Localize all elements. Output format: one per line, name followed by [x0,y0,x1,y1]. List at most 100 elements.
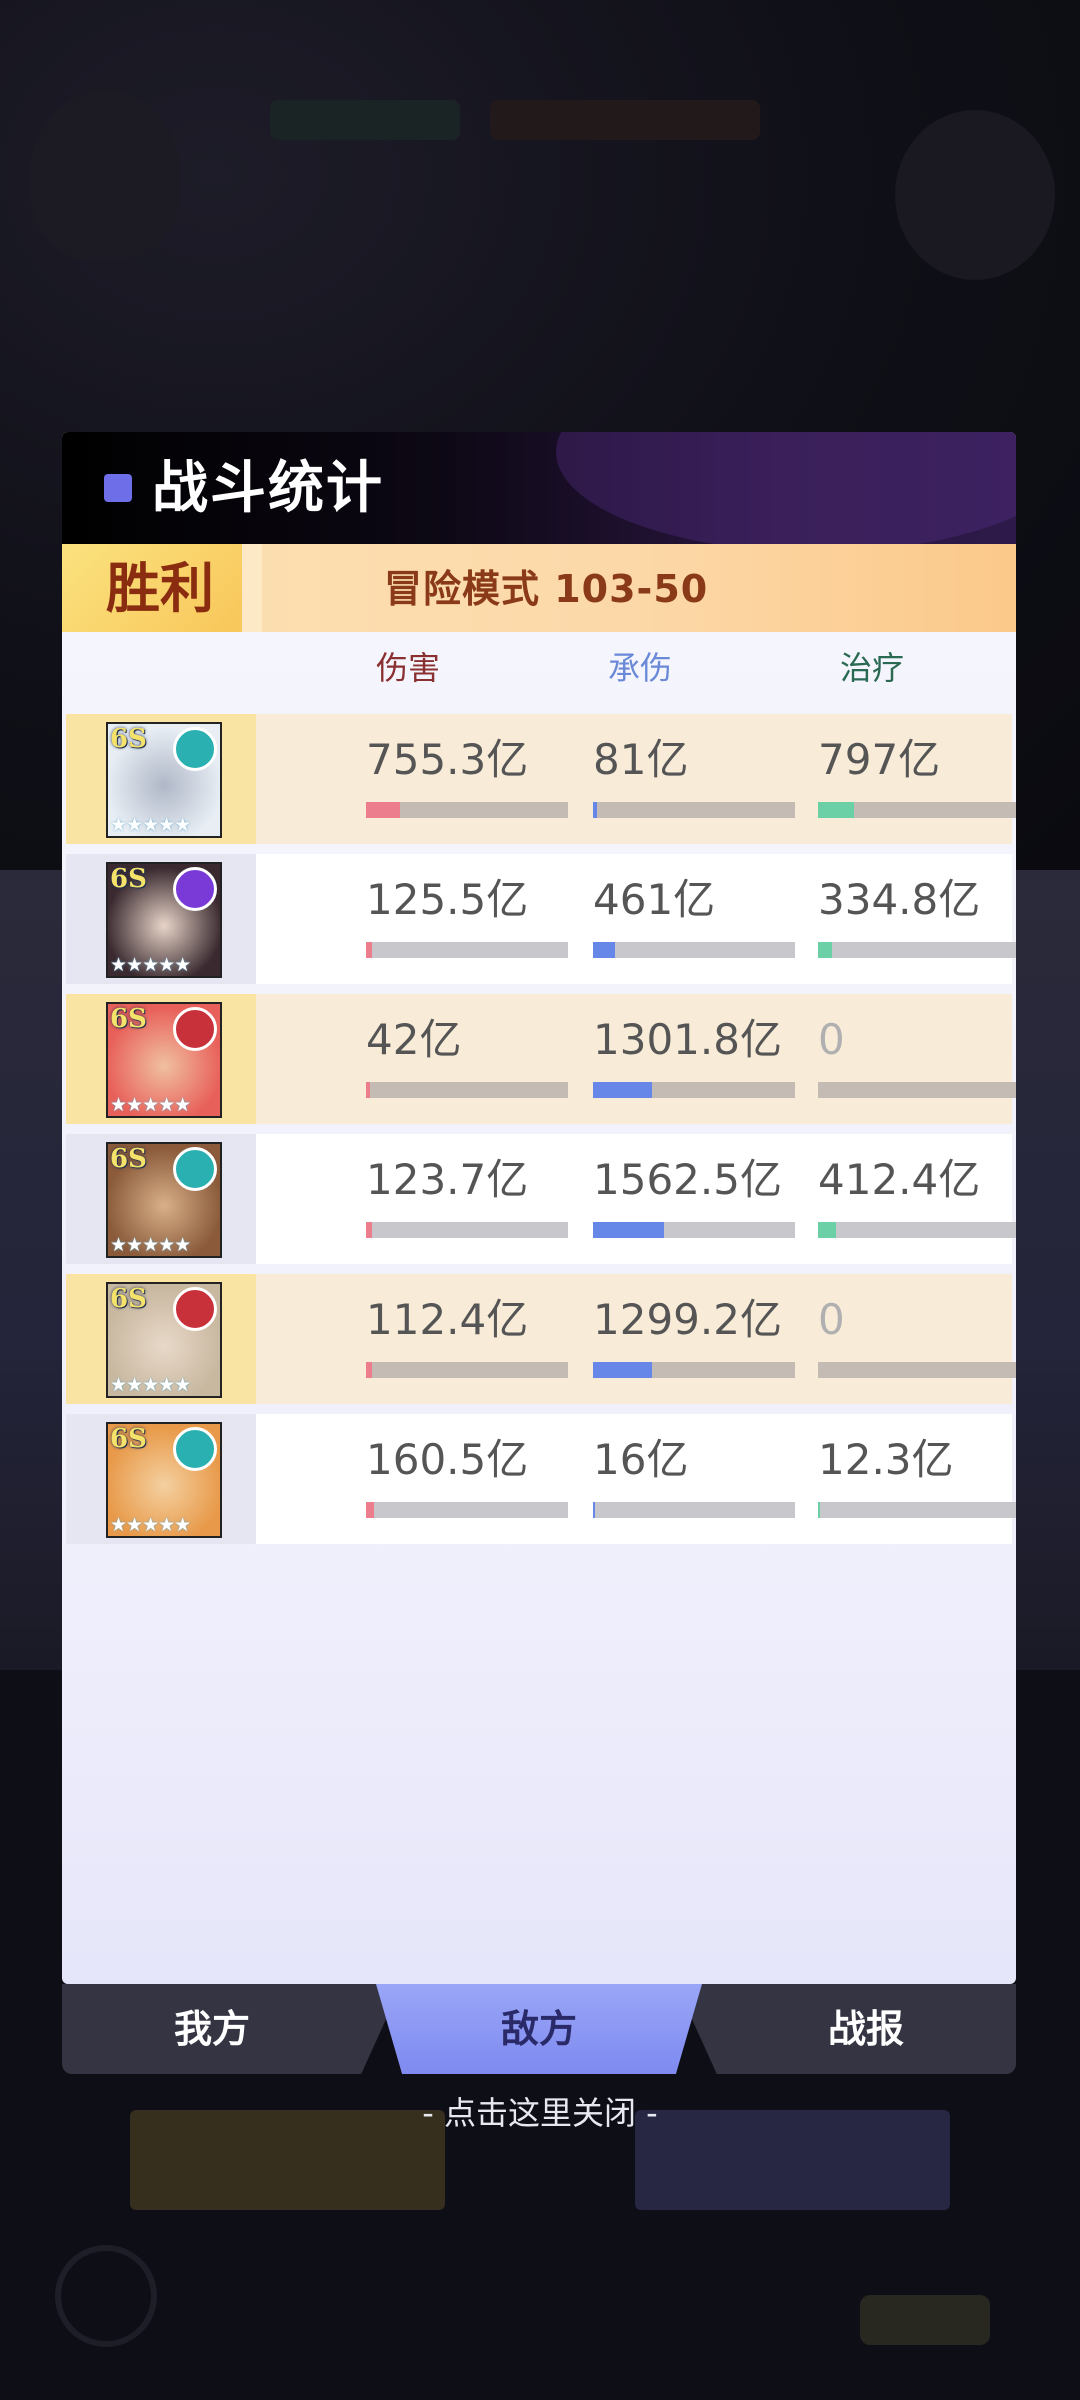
table-row: 6S ★★★★★ 755.3亿 81亿 797亿 [66,714,1016,844]
table-row: 6S ★★★★★ 123.7亿 1562.5亿 412.4亿 [66,1134,1016,1264]
taken-value: 461亿 [593,875,716,924]
battle-stats-dialog: 战斗统计 胜利 冒险模式 103-50 伤害 承伤 治疗 6S ★★★★★ 755.… [62,432,1016,1984]
damage-value: 112.4亿 [366,1295,529,1344]
heal-bar-fill [818,1502,820,1518]
fire-emblem-icon [173,1287,217,1331]
column-header-heal: 治疗 [840,649,905,687]
stage-label: 冒险模式 103-50 [384,567,709,611]
background-decoration [270,100,460,140]
damage-value: 42亿 [366,1015,462,1064]
tab-mine-label: 我方 [173,2007,250,2051]
star-rating: ★★★★★ [110,1514,191,1536]
damage-bar-fill [366,942,372,958]
taken-bar [593,802,795,818]
damage-bar [366,1222,568,1238]
damage-bar [366,1502,568,1518]
dialog-header: 战斗统计 [62,432,1016,544]
damage-bar-fill [366,1502,374,1518]
grade-badge: 6S [110,864,147,894]
column-header-damage: 伤害 [376,649,441,687]
grade-badge: 6S [110,1004,147,1034]
hero-avatar[interactable]: 6S ★★★★★ [106,1422,222,1538]
result-outcome: 胜利 [106,556,214,620]
nature-emblem-icon [173,1147,217,1191]
column-header-taken: 承伤 [608,649,673,687]
heal-bar-fill [818,1222,836,1238]
hero-avatar[interactable]: 6S ★★★★★ [106,862,222,978]
taken-value: 1299.2亿 [593,1295,782,1344]
table-row: 6S ★★★★★ 160.5亿 16亿 12.3亿 [66,1414,1016,1544]
background-decoration [490,100,760,140]
taken-bar-fill [593,1362,652,1378]
result-banner: 胜利 冒险模式 103-50 [62,544,1016,632]
taken-value: 1301.8亿 [593,1015,782,1064]
heal-bar [818,1082,1016,1098]
grade-badge: 6S [110,1144,147,1174]
table-row: 6S ★★★★★ 42亿 1301.8亿 0 [66,994,1016,1124]
taken-bar [593,942,795,958]
portrait-cell: 6S ★★★★★ [66,1134,256,1264]
tab-enemy-label: 敌方 [500,2007,577,2051]
heal-bar [818,1502,1016,1518]
taken-bar [593,1502,795,1518]
hero-avatar[interactable]: 6S ★★★★★ [106,722,222,838]
portrait-cell: 6S ★★★★★ [66,994,256,1124]
tab-bar: 我方 战报 敌方 [62,1984,1016,2074]
hero-avatar[interactable]: 6S ★★★★★ [106,1142,222,1258]
tab-report[interactable]: 战报 [676,1984,1016,2074]
heal-bar-fill [818,802,854,818]
taken-bar-fill [593,942,615,958]
close-hint-button[interactable]: - 点击这里关闭 - [0,2090,1080,2136]
background-pill [860,2295,990,2345]
heal-bar [818,942,1016,958]
heal-bar-fill [818,942,832,958]
tab-mine[interactable]: 我方 [62,1984,402,2074]
background-circle [55,2245,157,2347]
star-rating: ★★★★★ [110,954,191,976]
heal-value: 797亿 [818,735,941,784]
taken-value: 1562.5亿 [593,1155,782,1204]
taken-bar [593,1362,795,1378]
taken-bar-fill [593,1082,652,1098]
background-decoration [895,110,1055,280]
hero-avatar[interactable]: 6S ★★★★★ [106,1002,222,1118]
heal-value: 0 [818,1295,845,1344]
taken-bar [593,1082,795,1098]
star-rating: ★★★★★ [110,1094,191,1116]
heal-bar [818,802,1016,818]
taken-bar-fill [593,802,597,818]
header-square-icon [104,474,132,502]
portrait-cell: 6S ★★★★★ [66,1274,256,1404]
tab-enemy[interactable]: 敌方 [376,1984,702,2074]
taken-value: 81亿 [593,735,689,784]
fire-emblem-icon [173,1007,217,1051]
damage-value: 123.7亿 [366,1155,529,1204]
taken-value: 16亿 [593,1435,689,1484]
damage-bar-fill [366,1362,372,1378]
grade-badge: 6S [110,724,147,754]
heal-bar [818,1362,1016,1378]
heal-value: 334.8亿 [818,875,981,924]
grade-badge: 6S [110,1424,147,1454]
damage-value: 125.5亿 [366,875,529,924]
dialog-title: 战斗统计 [152,456,384,521]
moon-emblem-icon [173,867,217,911]
nature-emblem-icon [173,727,217,771]
heal-value: 412.4亿 [818,1155,981,1204]
background-decoration [30,90,180,260]
table-row: 6S ★★★★★ 125.5亿 461亿 334.8亿 [66,854,1016,984]
taken-bar-fill [593,1222,664,1238]
portrait-cell: 6S ★★★★★ [66,714,256,844]
taken-bar [593,1222,795,1238]
grade-badge: 6S [110,1284,147,1314]
star-rating: ★★★★★ [110,814,191,836]
portrait-cell: 6S ★★★★★ [66,1414,256,1544]
heal-bar [818,1222,1016,1238]
table-row: 6S ★★★★★ 112.4亿 1299.2亿 0 [66,1274,1016,1404]
star-rating: ★★★★★ [110,1234,191,1256]
damage-bar [366,1082,568,1098]
taken-bar-fill [593,1502,595,1518]
damage-bar [366,802,568,818]
header-decoration [556,432,1016,544]
hero-avatar[interactable]: 6S ★★★★★ [106,1282,222,1398]
